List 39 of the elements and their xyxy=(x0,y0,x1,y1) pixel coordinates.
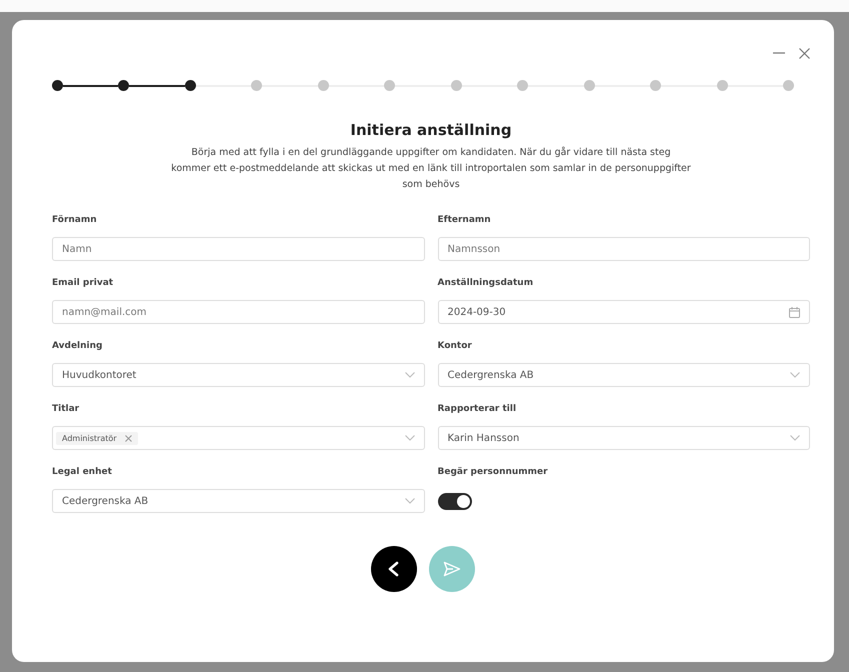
toggle-switch[interactable] xyxy=(438,492,472,510)
field-label: Kontor xyxy=(438,341,473,351)
select-field[interactable]: Huvudkontoret xyxy=(52,363,424,387)
multi-select-field[interactable]: Administratör xyxy=(52,426,424,450)
field-value: Cedergrenska AB xyxy=(62,496,148,506)
intro-text: Börja med att fylla i en del grundläggande uppgifter om kandidaten. När du går vidare till nästa steg kommer ett e-postmeddelande att skickas ut med en länk till introportalen som samlar in de personuppgifter som behövs xyxy=(171,146,691,192)
chevron-down-icon xyxy=(790,435,800,441)
chevron-left-icon xyxy=(387,561,401,577)
dialog-title: Initiera anställning xyxy=(349,121,513,139)
close-icon[interactable] xyxy=(799,48,810,58)
field-value: Cedergrenska AB xyxy=(448,370,534,380)
date-field[interactable]: 2024-09-30 xyxy=(438,300,810,324)
select-field[interactable]: Cedergrenska AB xyxy=(438,363,810,387)
field-value: Karin Hansson xyxy=(448,432,520,444)
field-label: Begär personnummer xyxy=(438,467,549,477)
field-label: Efternamn xyxy=(438,215,492,225)
chevron-down-icon xyxy=(404,498,414,504)
field-label: Legal enhet xyxy=(52,467,113,477)
input-field[interactable]: Namnsson xyxy=(438,237,810,261)
field-label: Email privat xyxy=(52,278,114,288)
back-button[interactable] xyxy=(371,546,417,592)
input-field[interactable]: namn@mail.com xyxy=(52,300,424,324)
chevron-down-icon xyxy=(404,372,414,378)
remove-icon[interactable] xyxy=(124,434,132,442)
chevron-down-icon xyxy=(790,372,800,378)
input-field[interactable]: Namn xyxy=(52,237,424,261)
field-label: Anställningsdatum xyxy=(438,278,534,288)
field-value: Huvudkontoret xyxy=(62,370,136,380)
chevron-down-icon xyxy=(404,435,414,441)
select-field[interactable]: Karin Hansson xyxy=(438,426,810,450)
send-icon xyxy=(443,561,461,577)
field-label: Titlar xyxy=(52,404,80,414)
field-label: Förnamn xyxy=(52,215,98,225)
field-label: Avdelning xyxy=(52,341,104,351)
field-value: 2024-09-30 xyxy=(448,306,506,318)
select-field[interactable]: Cedergrenska AB xyxy=(52,489,424,513)
field-label: Rapporterar till xyxy=(438,404,518,414)
tag-label: Administratör xyxy=(62,434,117,442)
calendar-icon[interactable] xyxy=(789,306,800,318)
